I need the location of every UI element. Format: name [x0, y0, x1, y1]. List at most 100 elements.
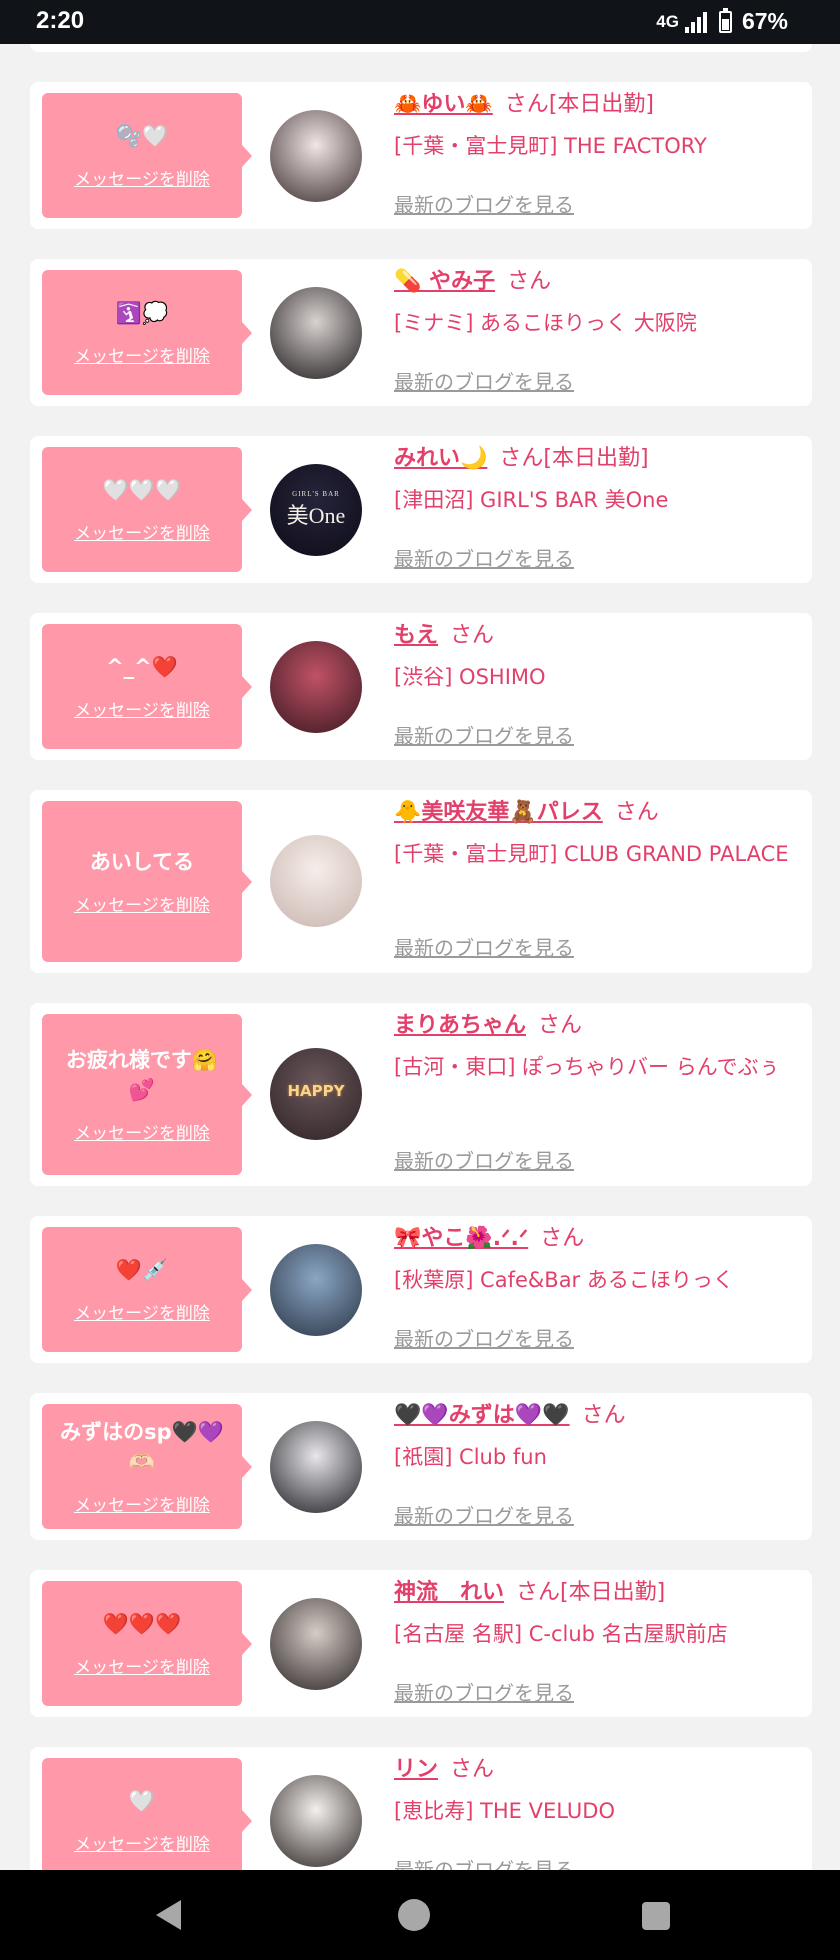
status-icons: 4G 67% [656, 7, 788, 35]
message-bubble: 🫧🤍 メッセージを削除 [42, 93, 252, 218]
message-list[interactable]: 🫧🤍 メッセージを削除 🦀ゆい🦀 さん[本日出勤] [千葉・富士見町] THE F… [0, 44, 840, 1870]
avatar-sticker-text: HAPPY [287, 1082, 345, 1100]
latest-blog-link[interactable]: 最新のブログを見る [394, 932, 574, 961]
cast-name-link[interactable]: 🦀ゆい🦀 [394, 92, 493, 117]
home-icon[interactable] [398, 1899, 430, 1931]
card-info: 🐥美咲友華🧸パレス さん [千葉・富士見町] CLUB GRAND PALACE … [394, 798, 799, 974]
cast-name-link[interactable]: もえ [394, 623, 438, 648]
recent-apps-icon[interactable] [642, 1902, 670, 1930]
previous-card-edge [30, 44, 812, 52]
card-info: 神流 れい さん[本日出勤] [名古屋 名駅] C-club 名古屋駅前店 最新の… [394, 1578, 799, 1718]
honorific: さん [581, 1403, 626, 1428]
avatar[interactable] [270, 641, 362, 733]
avatar[interactable] [270, 1244, 362, 1336]
message-text: 🤍 [128, 1789, 156, 1813]
latest-blog-link[interactable]: 最新のブログを見る [394, 1323, 574, 1352]
latest-blog-link[interactable]: 最新のブログを見る [394, 720, 574, 749]
shop-logo-top: GIRL'S BAR [292, 490, 340, 498]
message-bubble: あいしてる メッセージを削除 [42, 801, 252, 962]
message-text: ^_^❤️ [106, 655, 178, 679]
signal-icon [684, 11, 707, 33]
message-text: 🛐💭 [115, 301, 169, 325]
message-bubble: ❤️❤️❤️ メッセージを削除 [42, 1581, 252, 1706]
message-text: みずはのsp🖤💜 🫶🏻 [60, 1420, 224, 1474]
latest-blog-link[interactable]: 最新のブログを見る [394, 189, 574, 218]
card-info: みれい🌙 さん[本日出勤] [津田沼] GIRL'S BAR 美One 最新のブロ… [394, 444, 799, 584]
delete-message-link[interactable]: メッセージを削除 [74, 891, 210, 916]
battery-percent: 67% [741, 8, 788, 34]
message-card: 🤍🤍🤍 メッセージを削除 GIRL'S BAR 美One みれい🌙 さん[本日出勤… [30, 436, 812, 583]
honorific: さん [507, 269, 552, 294]
shift-status: [本日出勤] [543, 446, 649, 471]
message-text: ❤️❤️❤️ [102, 1612, 182, 1636]
cast-name-link[interactable]: 神流 れい [394, 1580, 504, 1605]
avatar[interactable] [270, 110, 362, 202]
message-bubble: 🤍🤍🤍 メッセージを削除 [42, 447, 252, 572]
shop-name: [ミナミ] あるこほりっく 大阪院 [394, 311, 697, 335]
avatar[interactable] [270, 1775, 362, 1867]
delete-message-link[interactable]: メッセージを削除 [74, 1653, 210, 1678]
message-bubble: みずはのsp🖤💜 🫶🏻 メッセージを削除 [42, 1404, 252, 1529]
status-time: 2:20 [36, 7, 85, 34]
honorific: さん [504, 92, 549, 117]
delete-message-link[interactable]: メッセージを削除 [74, 165, 210, 190]
honorific: さん [614, 800, 659, 825]
battery-icon [718, 7, 732, 33]
cast-name-link[interactable]: 🐥美咲友華🧸パレス [394, 800, 603, 825]
message-text: 🫧🤍 [115, 124, 169, 148]
message-card: あいしてる メッセージを削除 🐥美咲友華🧸パレス さん [千葉・富士見町] CLU… [30, 790, 812, 973]
card-info: 🖤💜みずは💜🖤 さん [祇園] Club fun 最新のブログを見る [394, 1401, 799, 1541]
back-icon[interactable] [156, 1900, 181, 1930]
shop-name: [祇園] Club fun [394, 1445, 547, 1469]
card-info: 🎀やこ🌺.ᐟ.ᐟ さん [秋葉原] Cafe&Bar あるこほりっく 最新のブログ… [394, 1224, 799, 1364]
honorific: さん [450, 623, 495, 648]
shop-name: [秋葉原] Cafe&Bar あるこほりっく [394, 1268, 734, 1292]
honorific: さん [450, 1757, 495, 1782]
delete-message-link[interactable]: メッセージを削除 [74, 519, 210, 544]
delete-message-link[interactable]: メッセージを削除 [74, 1830, 210, 1855]
avatar[interactable] [270, 1421, 362, 1513]
message-card: ^_^❤️ メッセージを削除 もえ さん [渋谷] OSHIMO 最新のブログを見… [30, 613, 812, 760]
delete-message-link[interactable]: メッセージを削除 [74, 1491, 210, 1516]
shift-status: [本日出勤] [548, 92, 654, 117]
avatar[interactable] [270, 287, 362, 379]
avatar[interactable]: GIRL'S BAR 美One [270, 464, 362, 556]
latest-blog-link[interactable]: 最新のブログを見る [394, 1145, 574, 1174]
message-card: ❤️❤️❤️ メッセージを削除 神流 れい さん[本日出勤] [名古屋 名駅] C… [30, 1570, 812, 1717]
delete-message-link[interactable]: メッセージを削除 [74, 696, 210, 721]
status-bar: 2:20 4G 67% [0, 0, 840, 44]
delete-message-link[interactable]: メッセージを削除 [74, 342, 210, 367]
honorific: さん [538, 1013, 583, 1038]
shop-name: [古河・東口] ぽっちゃりバー らんでぶぅ [394, 1055, 780, 1079]
latest-blog-link[interactable]: 最新のブログを見る [394, 1854, 574, 1870]
shop-name: [津田沼] GIRL'S BAR 美One [394, 488, 669, 512]
cast-name-link[interactable]: 💊 やみ子 [394, 269, 495, 294]
cast-name-link[interactable]: みれい🌙 [394, 446, 487, 471]
message-text: あいしてる [89, 850, 195, 874]
latest-blog-link[interactable]: 最新のブログを見る [394, 1677, 574, 1706]
card-info: 💊 やみ子 さん [ミナミ] あるこほりっく 大阪院 最新のブログを見る [394, 267, 799, 407]
honorific: さん [499, 446, 544, 471]
latest-blog-link[interactable]: 最新のブログを見る [394, 1500, 574, 1529]
card-info: 🦀ゆい🦀 さん[本日出勤] [千葉・富士見町] THE FACTORY 最新のブロ… [394, 90, 799, 230]
delete-message-link[interactable]: メッセージを削除 [74, 1299, 210, 1324]
message-card: 🫧🤍 メッセージを削除 🦀ゆい🦀 さん[本日出勤] [千葉・富士見町] THE F… [30, 82, 812, 229]
shop-name: [千葉・富士見町] CLUB GRAND PALACE [394, 842, 789, 866]
message-bubble: ^_^❤️ メッセージを削除 [42, 624, 252, 749]
honorific: さん [540, 1226, 585, 1251]
avatar[interactable]: HAPPY [270, 1048, 362, 1140]
latest-blog-link[interactable]: 最新のブログを見る [394, 543, 574, 572]
cast-name-link[interactable]: リン [394, 1757, 438, 1782]
cast-name-link[interactable]: 🎀やこ🌺.ᐟ.ᐟ [394, 1226, 528, 1251]
shop-name: [名古屋 名駅] C-club 名古屋駅前店 [394, 1622, 728, 1646]
cast-name-link[interactable]: 🖤💜みずは💜🖤 [394, 1403, 570, 1428]
message-text: 🤍🤍🤍 [102, 478, 182, 502]
cast-name-link[interactable]: まりあちゃん [394, 1013, 526, 1038]
avatar[interactable] [270, 1598, 362, 1690]
latest-blog-link[interactable]: 最新のブログを見る [394, 366, 574, 395]
shop-name: [千葉・富士見町] THE FACTORY [394, 134, 707, 158]
avatar[interactable] [270, 835, 362, 927]
delete-message-link[interactable]: メッセージを削除 [74, 1119, 210, 1144]
message-text: ❤️💉 [115, 1258, 169, 1282]
message-card: みずはのsp🖤💜 🫶🏻 メッセージを削除 🖤💜みずは💜🖤 さん [祇園] Club… [30, 1393, 812, 1540]
